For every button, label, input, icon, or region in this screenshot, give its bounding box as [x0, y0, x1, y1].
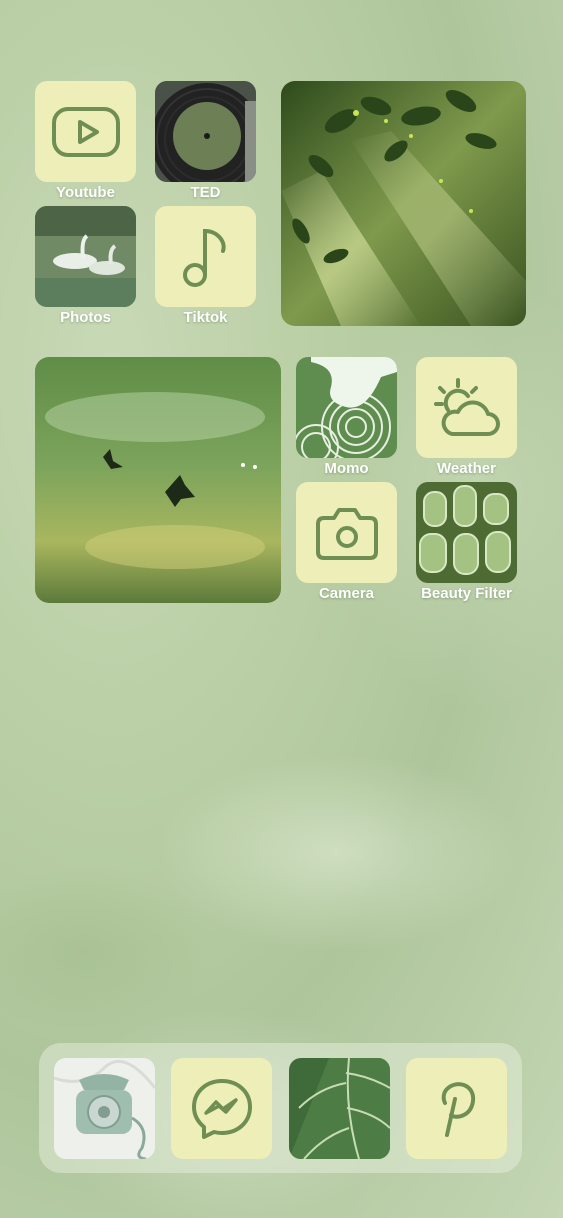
weather-label: Weather — [437, 460, 496, 477]
water-photo-widget[interactable] — [35, 357, 281, 603]
dock-phone-app[interactable] — [54, 1058, 155, 1159]
pinterest-icon — [441, 1081, 475, 1137]
sunlit-leaves-image — [281, 81, 526, 326]
telephone-image — [54, 1058, 155, 1159]
momo-app-icon[interactable] — [296, 357, 397, 458]
music-note-icon — [182, 228, 226, 287]
leaf-image — [289, 1058, 390, 1159]
dock-leaf-app[interactable] — [289, 1058, 390, 1159]
swans-image — [35, 206, 136, 307]
camera-label: Camera — [318, 585, 375, 602]
vinyl-record-image — [155, 81, 256, 182]
messenger-icon — [191, 1078, 252, 1139]
beauty-filter-app-icon[interactable] — [416, 482, 517, 583]
dock-pinterest-app[interactable] — [406, 1058, 507, 1159]
ted-app-icon[interactable] — [155, 81, 256, 182]
tiktok-app-icon[interactable] — [155, 206, 256, 307]
play-icon — [51, 106, 120, 157]
dock-messenger-app[interactable] — [171, 1058, 272, 1159]
camera-icon — [315, 507, 378, 560]
sun-cloud-icon — [433, 377, 500, 436]
youtube-label: Youtube — [56, 184, 115, 201]
photos-label: Photos — [60, 309, 111, 326]
tiktok-label: Tiktok — [183, 309, 228, 326]
weather-app-icon[interactable] — [416, 357, 517, 458]
youtube-app-icon[interactable] — [35, 81, 136, 182]
camera-app-icon[interactable] — [296, 482, 397, 583]
photos-app-icon[interactable] — [35, 206, 136, 307]
butterflies-water-image — [35, 357, 281, 603]
glass-texture-image — [416, 482, 517, 583]
beauty-filter-label: Beauty Filter — [421, 585, 512, 602]
momo-label: Momo — [324, 460, 369, 477]
ted-label: TED — [190, 184, 221, 201]
wood-texture-image — [296, 357, 397, 458]
forest-photo-widget[interactable] — [281, 81, 526, 326]
